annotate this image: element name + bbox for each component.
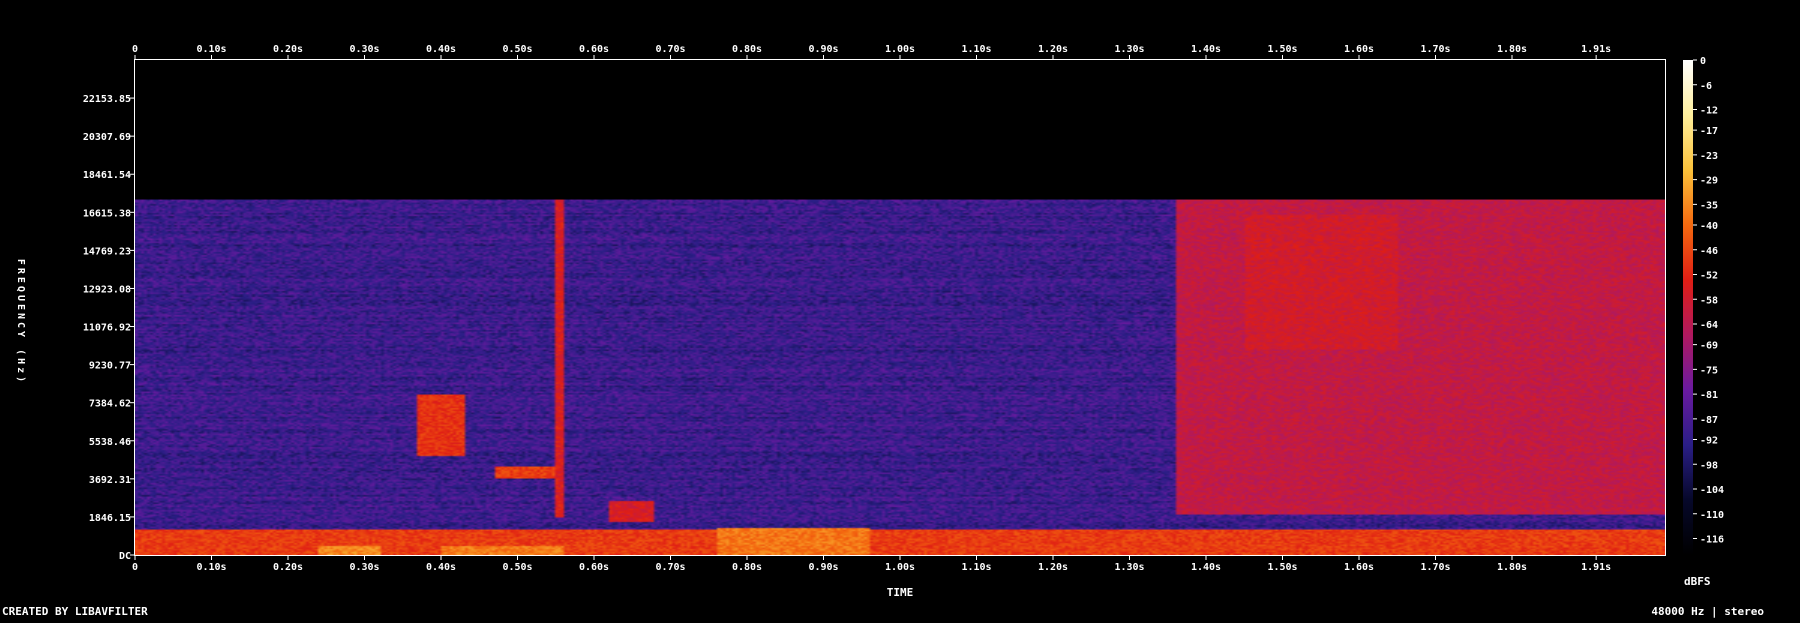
- colorbar-tick-label: -75: [1700, 365, 1718, 376]
- y-tick-label: 12923.08: [83, 284, 131, 295]
- x-tick-bottom-label: 0.50s: [502, 562, 532, 573]
- x-tick-bottom-label: 1.20s: [1038, 562, 1068, 573]
- x-tick-top-label: 1.40s: [1191, 44, 1221, 55]
- y-tick-label: 3692.31: [89, 475, 131, 486]
- credit-text: CREATED BY LIBAVFILTER: [2, 605, 148, 618]
- x-tick-top-label: 1.91s: [1581, 44, 1611, 55]
- x-tick-bottom-label: 0.10s: [196, 562, 226, 573]
- x-tick-bottom-label: 1.00s: [885, 562, 915, 573]
- x-tick-bottom-label: 1.40s: [1191, 562, 1221, 573]
- y-tick-label: 16615.38: [83, 208, 131, 219]
- sample-info-text: 48000 Hz | stereo: [1651, 605, 1764, 618]
- x-tick-top-label: 0.30s: [349, 44, 379, 55]
- y-tick-label: DC: [119, 551, 131, 562]
- spectrogram-heatmap: [135, 60, 1665, 555]
- x-tick-top-label: 0.40s: [426, 44, 456, 55]
- y-tick-label: 1846.15: [89, 513, 131, 524]
- x-tick-top-label: 0.60s: [579, 44, 609, 55]
- y-tick-label: 22153.85: [83, 94, 131, 105]
- colorbar-tick-label: -69: [1700, 341, 1718, 352]
- y-tick-label: 18461.54: [83, 170, 131, 181]
- x-tick-bottom-label: 0.40s: [426, 562, 456, 573]
- colorbar-tick-label: -92: [1700, 436, 1718, 447]
- x-tick-top-label: 1.60s: [1344, 44, 1374, 55]
- colorbar-tick-label: -6: [1700, 81, 1712, 92]
- x-tick-bottom-label: 0.90s: [808, 562, 838, 573]
- spectrogram-chart: 0 0.10s 0.20s 0.30s 0.40s 0.50s 0.60s 0.70s 0.80…: [0, 0, 1800, 619]
- colorbar-tick-label: -12: [1700, 106, 1718, 117]
- x-tick-bottom-label: 0.80s: [732, 562, 762, 573]
- x-tick-bottom-label: 0.20s: [273, 562, 303, 573]
- y-tick-label: 9230.77: [89, 361, 131, 372]
- y-tick-label: 7384.62: [89, 399, 131, 410]
- y-tick-label: 11076.92: [83, 323, 131, 334]
- x-tick-top-label: 0.20s: [273, 44, 303, 55]
- y-axis-label: FREQUENCY (Hz): [15, 259, 26, 385]
- x-tick-top-label: 0.80s: [732, 44, 762, 55]
- x-tick-top-label: 0.50s: [502, 44, 532, 55]
- colorbar-tick-label: -81: [1700, 390, 1718, 401]
- colorbar-tick-label: -110: [1700, 510, 1724, 521]
- colorbar-tick-label: -104: [1700, 485, 1724, 496]
- x-tick-top-label: 0.90s: [808, 44, 838, 55]
- colorbar-tick-label: -52: [1700, 271, 1718, 282]
- x-tick-top-label: 1.50s: [1267, 44, 1297, 55]
- x-tick-bottom-label: 1.91s: [1581, 562, 1611, 573]
- colorbar-tick-label: -64: [1700, 320, 1718, 331]
- x-tick-top-label: 1.00s: [885, 44, 915, 55]
- colorbar-tick-label: -116: [1700, 535, 1724, 546]
- x-tick-top-label: 1.70s: [1420, 44, 1450, 55]
- y-tick-label: 14769.23: [83, 246, 131, 257]
- x-tick-bottom-label: 1.10s: [961, 562, 991, 573]
- colorbar-tick-label: -87: [1700, 415, 1718, 426]
- colorbar-tick-label: -58: [1700, 295, 1718, 306]
- x-tick-bottom-label: 0.60s: [579, 562, 609, 573]
- x-tick-top-label: 1.80s: [1497, 44, 1527, 55]
- y-tick-label: 5538.46: [89, 437, 131, 448]
- colorbar-gradient: [1683, 60, 1693, 555]
- x-tick-bottom-label: 1.30s: [1114, 562, 1144, 573]
- y-tick-label: 20307.69: [83, 132, 131, 143]
- x-tick-bottom-label: 0.30s: [349, 562, 379, 573]
- colorbar-tick-label: 0: [1700, 56, 1706, 67]
- colorbar-tick-label: -17: [1700, 126, 1718, 137]
- x-tick-top-label: 0: [132, 44, 138, 55]
- colorbar-tick-label: -35: [1700, 200, 1718, 211]
- x-tick-bottom-label: 1.50s: [1267, 562, 1297, 573]
- x-tick-bottom-label: 1.80s: [1497, 562, 1527, 573]
- x-tick-top-label: 0.10s: [196, 44, 226, 55]
- colorbar-tick-label: -98: [1700, 460, 1718, 471]
- colorbar-tick-label: -29: [1700, 176, 1718, 187]
- x-tick-top-label: 1.20s: [1038, 44, 1068, 55]
- colorbar-tick-label: -40: [1700, 221, 1718, 232]
- x-tick-top-label: 1.30s: [1114, 44, 1144, 55]
- x-tick-bottom-label: 0: [132, 562, 138, 573]
- colorbar-unit-label: dBFS: [1684, 575, 1711, 588]
- spectrogram-figure: 0 0.10s 0.20s 0.30s 0.40s 0.50s 0.60s 0.70s 0.80…: [0, 0, 1800, 619]
- x-tick-bottom-label: 1.60s: [1344, 562, 1374, 573]
- x-tick-bottom-label: 1.70s: [1420, 562, 1450, 573]
- x-tick-top-label: 1.10s: [961, 44, 991, 55]
- colorbar-tick-label: -23: [1700, 151, 1718, 162]
- x-tick-top-label: 0.70s: [655, 44, 685, 55]
- colorbar-tick-label: -46: [1700, 246, 1718, 257]
- x-tick-bottom-label: 0.70s: [655, 562, 685, 573]
- x-axis-label: TIME: [887, 586, 914, 599]
